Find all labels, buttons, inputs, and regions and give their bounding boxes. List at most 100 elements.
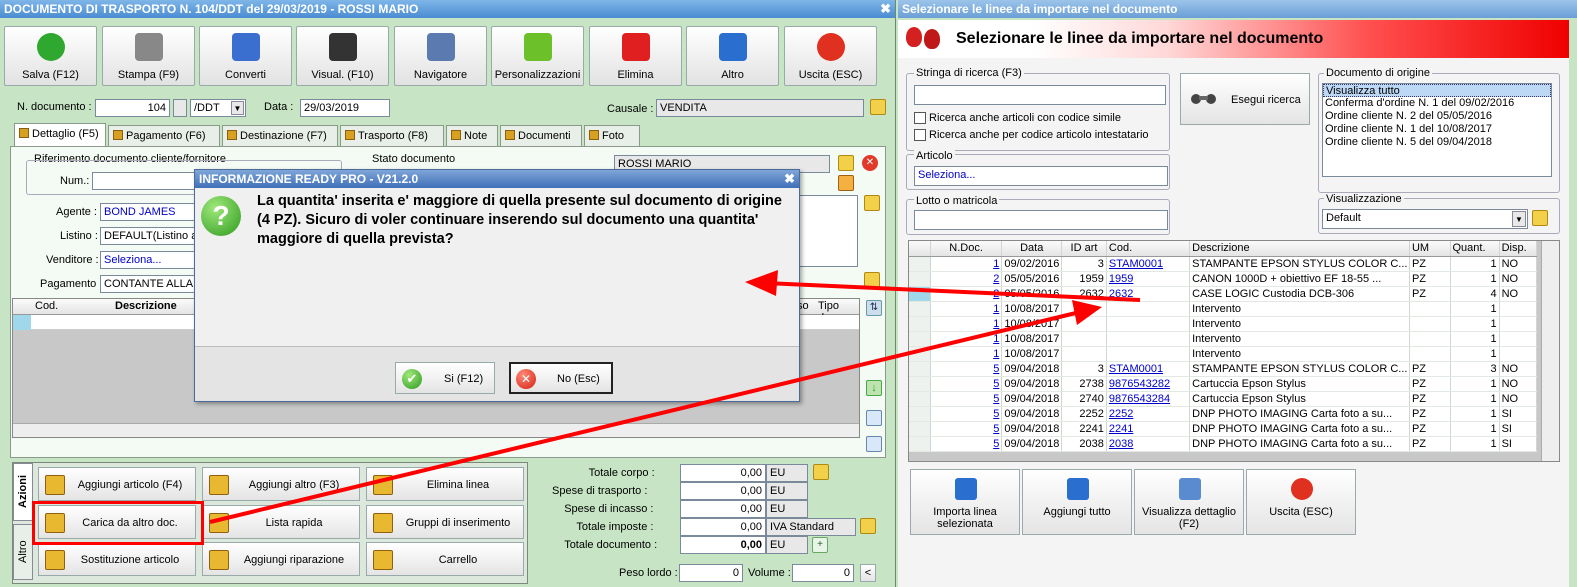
articolo-field[interactable]: Seleziona...: [914, 166, 1168, 186]
chevron-down-icon[interactable]: ▼: [1512, 211, 1526, 227]
refresh-icon[interactable]: [866, 436, 882, 452]
table-cell[interactable]: [1106, 331, 1191, 347]
import-action-button-2[interactable]: Visualizza dettaglio (F2): [1134, 469, 1244, 535]
table-row[interactable]: 5 09/04/2018 3 STAM0001 STAMPANTE EPSON STYL…: [909, 361, 1538, 377]
action-button-8[interactable]: Carrello: [366, 542, 524, 576]
tab-3[interactable]: Trasporto (F8): [340, 125, 444, 147]
import-action-button-1[interactable]: Aggiungi tutto: [1022, 469, 1132, 535]
close-icon[interactable]: ✖: [880, 0, 891, 18]
doc-number-spin[interactable]: [173, 99, 187, 117]
table-cell[interactable]: [1106, 316, 1191, 332]
listino-field[interactable]: DEFAULT(Listino al: [100, 227, 200, 245]
table-cell[interactable]: STAM0001: [1106, 361, 1191, 377]
yes-button[interactable]: ✔ Si (F12): [395, 362, 495, 394]
vis-select[interactable]: Default ▼: [1322, 209, 1528, 229]
table-cell[interactable]: 9876543284: [1106, 391, 1191, 407]
close-icon[interactable]: ✖: [784, 170, 795, 188]
column-header[interactable]: UM: [1409, 241, 1451, 257]
table-cell[interactable]: 1: [930, 331, 1003, 347]
table-cell[interactable]: [1106, 346, 1191, 362]
table-row[interactable]: 5 09/04/2018 2740 9876543284 Cartuccia Epson…: [909, 391, 1538, 407]
tab-0[interactable]: Dettaglio (F5): [14, 123, 106, 147]
customer-code-checkbox[interactable]: [914, 129, 926, 141]
table-row[interactable]: 1 10/08/2017 Intervento 1: [909, 346, 1538, 362]
table-row[interactable]: 1 10/08/2017 Intervento 1: [909, 331, 1538, 347]
table-cell[interactable]: 1: [930, 301, 1003, 317]
total-value[interactable]: 0,00: [680, 536, 766, 554]
tab-5[interactable]: Documenti: [500, 125, 582, 147]
folder-icon[interactable]: [1532, 210, 1548, 226]
zoom-in-icon[interactable]: +: [812, 537, 828, 553]
table-cell[interactable]: 1959: [1106, 271, 1191, 287]
tab-1[interactable]: Pagamento (F6): [108, 125, 220, 147]
action-button-6[interactable]: Sostituzione articolo: [38, 542, 196, 576]
tab-2[interactable]: Destinazione (F7): [222, 125, 338, 147]
table-cell[interactable]: 1: [930, 316, 1003, 332]
table-cell[interactable]: 2632: [1106, 286, 1191, 302]
folder-icon[interactable]: [870, 99, 886, 115]
toolbar-button-2[interactable]: Converti: [199, 26, 292, 86]
venditore-field[interactable]: Seleziona...: [100, 251, 200, 269]
table-cell[interactable]: 5: [930, 391, 1003, 407]
vertical-scrollbar[interactable]: [1541, 241, 1559, 461]
contact-icon[interactable]: [838, 175, 854, 191]
toolbar-button-1[interactable]: Stampa (F9): [102, 26, 195, 86]
arrow-down-icon[interactable]: ↓: [866, 380, 882, 396]
agente-field[interactable]: BOND JAMES: [100, 203, 200, 221]
chevron-down-icon[interactable]: ▼: [231, 101, 244, 115]
remove-client-icon[interactable]: ✕: [862, 155, 878, 171]
table-cell[interactable]: 5: [930, 421, 1003, 437]
pagamento-field[interactable]: CONTANTE ALLA C: [100, 275, 200, 293]
origin-list-item[interactable]: Conferma d'ordine N. 1 del 09/02/2016: [1323, 97, 1551, 110]
tab-6[interactable]: Foto: [584, 125, 640, 147]
table-cell[interactable]: 2: [930, 271, 1003, 287]
table-cell[interactable]: 5: [930, 436, 1003, 452]
toolbar-button-0[interactable]: Salva (F12): [4, 26, 97, 86]
total-value[interactable]: 0,00: [680, 482, 766, 500]
toolbar-button-6[interactable]: Elimina: [589, 26, 682, 86]
volume-field[interactable]: 0: [792, 564, 854, 582]
column-header[interactable]: Disp.: [1499, 241, 1538, 257]
action-button-7[interactable]: Aggiungi riparazione: [202, 542, 360, 576]
no-button[interactable]: ✕ No (Esc): [509, 362, 613, 394]
origin-list-item[interactable]: Ordine cliente N. 2 del 05/05/2016: [1323, 110, 1551, 123]
action-button-2[interactable]: Elimina linea: [366, 467, 524, 501]
doc-series-select[interactable]: /DDT ▼: [190, 99, 246, 117]
table-cell[interactable]: 9876543282: [1106, 376, 1191, 392]
table-row[interactable]: 1 09/02/2016 3 STAM0001 STAMPANTE EPSON STYL…: [909, 256, 1538, 272]
import-lines-grid[interactable]: N.Doc. Data ID art Cod. Descrizione UM Quant. D…: [908, 240, 1560, 462]
rif-number-field[interactable]: [92, 172, 202, 190]
total-value[interactable]: 0,00: [680, 464, 766, 482]
table-row[interactable]: 5 09/04/2018 2038 2038 DNP PHOTO IMAGING Car…: [909, 436, 1538, 452]
action-button-5[interactable]: Gruppi di inserimento: [366, 505, 524, 539]
action-button-1[interactable]: Aggiungi altro (F3): [202, 467, 360, 501]
date-field[interactable]: 29/03/2019: [300, 99, 390, 117]
origin-list-item[interactable]: Ordine cliente N. 5 del 09/04/2018: [1323, 136, 1551, 149]
folder-icon[interactable]: [864, 195, 880, 211]
table-cell[interactable]: 2241: [1106, 421, 1191, 437]
chevron-left-icon[interactable]: <: [860, 564, 876, 582]
origin-list-item[interactable]: Ordine cliente N. 1 del 10/08/2017: [1323, 123, 1551, 136]
table-cell[interactable]: [1106, 301, 1191, 317]
column-header[interactable]: Data: [1001, 241, 1063, 257]
toolbar-button-7[interactable]: Altro: [686, 26, 779, 86]
column-header[interactable]: ID art: [1061, 241, 1107, 257]
table-cell[interactable]: 5: [930, 376, 1003, 392]
toolbar-button-8[interactable]: Uscita (ESC): [784, 26, 877, 86]
table-row[interactable]: 5 09/04/2018 2738 9876543282 Cartuccia Epson…: [909, 376, 1538, 392]
column-header[interactable]: Cod.: [1106, 241, 1191, 257]
table-row[interactable]: 5 09/04/2018 2241 2241 DNP PHOTO IMAGING Car…: [909, 421, 1538, 437]
action-button-0[interactable]: Aggiungi articolo (F4): [38, 467, 196, 501]
horizontal-scrollbar[interactable]: [13, 423, 859, 437]
search-button[interactable]: Esegui ricerca: [1180, 73, 1310, 125]
table-row[interactable]: 2 05/05/2016 2632 2632 CASE LOGIC Custodia D…: [909, 286, 1538, 302]
table-cell[interactable]: 1: [930, 346, 1003, 362]
folder-icon[interactable]: [813, 464, 829, 480]
toolbar-button-3[interactable]: Visual. (F10): [296, 26, 389, 86]
table-row[interactable]: 1 10/08/2017 Intervento 1: [909, 301, 1538, 317]
table-row[interactable]: 2 05/05/2016 1959 1959 CANON 1000D + obietti…: [909, 271, 1538, 287]
column-header[interactable]: Descrizione: [1189, 241, 1410, 257]
doc-number-field[interactable]: 104: [95, 99, 170, 117]
table-cell[interactable]: 2038: [1106, 436, 1191, 452]
lotto-field[interactable]: [914, 210, 1168, 230]
